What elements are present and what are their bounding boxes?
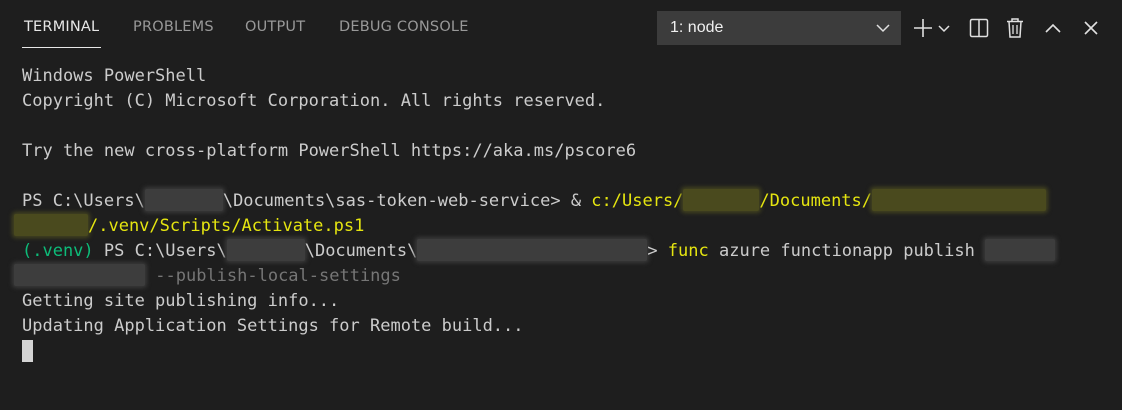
redacted-username bbox=[683, 189, 760, 211]
command-path: c:/Users/ bbox=[591, 191, 684, 211]
tab-terminal[interactable]: TERMINAL bbox=[24, 19, 99, 35]
redacted-app-name bbox=[14, 264, 145, 286]
plus-icon bbox=[914, 19, 932, 37]
redacted-folder bbox=[14, 214, 88, 236]
terminal-line: /.venv/Scripts/Activate.ps1 bbox=[14, 214, 364, 239]
panel-tab-bar: TERMINAL PROBLEMS OUTPUT DEBUG CONSOLE 1… bbox=[0, 0, 1122, 56]
active-tab-indicator bbox=[22, 47, 101, 48]
split-icon bbox=[969, 18, 989, 38]
terminal-line: Windows PowerShell bbox=[22, 66, 207, 86]
terminal-cursor bbox=[22, 340, 33, 362]
redacted-folder bbox=[872, 189, 1047, 211]
terminal-output[interactable]: Windows PowerShell Copyright (C) Microso… bbox=[0, 63, 1122, 410]
redacted-folder bbox=[417, 239, 648, 261]
close-icon bbox=[1084, 21, 1098, 35]
redacted-app-name bbox=[985, 239, 1056, 261]
chevron-up-icon bbox=[1045, 23, 1061, 33]
tab-output[interactable]: OUTPUT bbox=[245, 19, 305, 35]
redacted-username bbox=[226, 239, 305, 261]
prompt-text: \Documents\ bbox=[304, 241, 418, 261]
terminal-line: Getting site publishing info... bbox=[22, 291, 340, 311]
command-flag: --publish-local-settings bbox=[155, 266, 401, 286]
venv-indicator: (.venv) bbox=[22, 241, 94, 261]
command-path: /Documents/ bbox=[759, 191, 873, 211]
terminal-line: Copyright (C) Microsoft Corporation. All… bbox=[22, 91, 606, 111]
terminal-line: Try the new cross-platform PowerShell ht… bbox=[22, 141, 637, 161]
maximize-panel-button[interactable] bbox=[1042, 15, 1064, 41]
terminal-line: Updating Application Settings for Remote… bbox=[22, 316, 524, 336]
prompt-text: PS C:\Users\ bbox=[93, 241, 227, 261]
prompt-text: > bbox=[647, 241, 668, 261]
prompt-text: \Documents\sas-token-web-service> & bbox=[222, 191, 592, 211]
command-path: /.venv/Scripts/Activate.ps1 bbox=[88, 216, 365, 236]
prompt-text: PS C:\Users\ bbox=[22, 191, 145, 211]
terminal-line: PS C:\Users\ \Documents\sas-token-web-ser… bbox=[22, 189, 1047, 214]
chevron-down-icon bbox=[938, 25, 950, 33]
terminal-instance-value: 1: node bbox=[670, 19, 724, 36]
close-panel-button[interactable] bbox=[1080, 15, 1102, 41]
command-name: func bbox=[667, 241, 709, 261]
kill-terminal-button[interactable] bbox=[1004, 15, 1026, 41]
chevron-down-icon bbox=[876, 24, 890, 33]
terminal-line: --publish-local-settings bbox=[14, 264, 401, 289]
split-terminal-button[interactable] bbox=[968, 15, 990, 41]
terminal-instance-select[interactable]: 1: node bbox=[657, 11, 901, 45]
redacted-username bbox=[144, 189, 223, 211]
terminal-line: (.venv) PS C:\Users\ \Documents\ > func az… bbox=[22, 239, 1056, 264]
tab-debug-console[interactable]: DEBUG CONSOLE bbox=[339, 19, 469, 35]
terminal-profile-dropdown[interactable] bbox=[936, 15, 952, 41]
new-terminal-button[interactable] bbox=[912, 15, 934, 41]
command-args: azure functionapp publish bbox=[708, 241, 986, 261]
tab-problems[interactable]: PROBLEMS bbox=[133, 19, 214, 35]
trash-icon bbox=[1007, 18, 1023, 38]
terminal-panel: TERMINAL PROBLEMS OUTPUT DEBUG CONSOLE 1… bbox=[0, 0, 1122, 410]
